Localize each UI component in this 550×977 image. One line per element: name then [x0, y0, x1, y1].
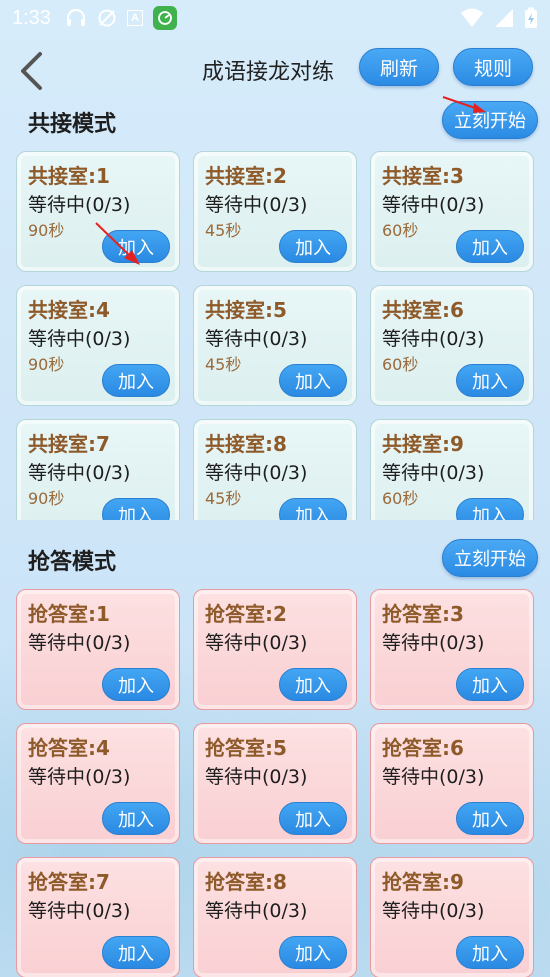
qiangda-room-card-9[interactable]: 抢答室:9 等待中(0/3) 加入 — [370, 857, 534, 977]
room-status: 等待中(0/3) — [28, 328, 131, 350]
join-button[interactable]: 加入 — [279, 498, 347, 520]
signal-icon — [494, 8, 514, 28]
chevron-left-icon — [21, 52, 42, 90]
wifi-icon — [460, 8, 484, 28]
gongjie-room-card-2[interactable]: 共接室:2 等待中(0/3) 45秒 加入 — [193, 151, 357, 272]
headset-icon — [65, 8, 87, 28]
room-name: 共接室:1 — [28, 164, 110, 188]
room-status: 等待中(0/3) — [205, 194, 308, 216]
room-status: 等待中(0/3) — [382, 462, 485, 484]
rules-button[interactable]: 规则 — [453, 48, 533, 86]
room-name: 共接室:5 — [205, 298, 287, 322]
gongjie-room-card-6[interactable]: 共接室:6 等待中(0/3) 60秒 加入 — [370, 285, 534, 406]
qiangda-room-card-5[interactable]: 抢答室:5 等待中(0/3) 加入 — [193, 723, 357, 844]
gongjie-room-card-4[interactable]: 共接室:4 等待中(0/3) 90秒 加入 — [16, 285, 180, 406]
header: 成语接龙对练 刷新 规则 — [0, 42, 550, 98]
room-name: 共接室:6 — [382, 298, 464, 322]
room-status: 等待中(0/3) — [382, 632, 485, 654]
battery-icon — [524, 7, 538, 29]
room-status: 等待中(0/3) — [205, 766, 308, 788]
room-status: 等待中(0/3) — [382, 766, 485, 788]
join-button[interactable]: 加入 — [456, 936, 524, 969]
font-a-icon: A — [126, 10, 143, 26]
room-name: 抢答室:7 — [28, 870, 110, 894]
join-button[interactable]: 加入 — [456, 364, 524, 397]
join-button[interactable]: 加入 — [456, 668, 524, 701]
qiangda-section-title: 抢答模式 — [28, 550, 117, 575]
gongjie-room-card-8[interactable]: 共接室:8 等待中(0/3) 45秒 加入 — [193, 419, 357, 520]
sync-off-icon — [97, 8, 117, 28]
room-name: 抢答室:9 — [382, 870, 464, 894]
room-status: 等待中(0/3) — [205, 900, 308, 922]
room-name: 共接室:2 — [205, 164, 287, 188]
room-status: 等待中(0/3) — [205, 632, 308, 654]
room-name: 共接室:9 — [382, 432, 464, 456]
join-button[interactable]: 加入 — [279, 364, 347, 397]
room-name: 共接室:7 — [28, 432, 110, 456]
room-status: 等待中(0/3) — [205, 328, 308, 350]
join-button[interactable]: 加入 — [279, 936, 347, 969]
qiangda-room-card-7[interactable]: 抢答室:7 等待中(0/3) 加入 — [16, 857, 180, 977]
gongjie-room-card-7[interactable]: 共接室:7 等待中(0/3) 90秒 加入 — [16, 419, 180, 520]
room-name: 抢答室:4 — [28, 736, 110, 760]
join-button[interactable]: 加入 — [456, 498, 524, 520]
status-time: 1:33 — [12, 6, 51, 29]
room-name: 抢答室:8 — [205, 870, 287, 894]
qiangda-room-card-6[interactable]: 抢答室:6 等待中(0/3) 加入 — [370, 723, 534, 844]
room-status: 等待中(0/3) — [382, 328, 485, 350]
gongjie-section-title: 共接模式 — [28, 112, 117, 137]
join-button[interactable]: 加入 — [102, 802, 170, 835]
room-name: 抢答室:5 — [205, 736, 287, 760]
join-button[interactable]: 加入 — [102, 364, 170, 397]
join-button[interactable]: 加入 — [279, 802, 347, 835]
qiangda-start-button[interactable]: 立刻开始 — [442, 539, 538, 577]
qiangda-room-card-3[interactable]: 抢答室:3 等待中(0/3) 加入 — [370, 589, 534, 710]
gongjie-room-card-3[interactable]: 共接室:3 等待中(0/3) 60秒 加入 — [370, 151, 534, 272]
room-status: 等待中(0/3) — [28, 766, 131, 788]
gongjie-room-card-1[interactable]: 共接室:1 等待中(0/3) 90秒 加入 — [16, 151, 180, 272]
qiangda-room-card-1[interactable]: 抢答室:1 等待中(0/3) 加入 — [16, 589, 180, 710]
room-status: 等待中(0/3) — [205, 462, 308, 484]
room-status: 等待中(0/3) — [28, 462, 131, 484]
room-status: 等待中(0/3) — [382, 900, 485, 922]
room-name: 抢答室:2 — [205, 602, 287, 626]
room-name: 抢答室:1 — [28, 602, 110, 626]
refresh-button[interactable]: 刷新 — [359, 48, 439, 86]
join-button[interactable]: 加入 — [279, 668, 347, 701]
join-button[interactable]: 加入 — [279, 230, 347, 263]
gongjie-start-button[interactable]: 立刻开始 — [442, 101, 538, 139]
join-button[interactable]: 加入 — [102, 498, 170, 520]
room-name: 共接室:3 — [382, 164, 464, 188]
status-bar: 1:33 A — [0, 0, 550, 36]
gongjie-room-card-5[interactable]: 共接室:5 等待中(0/3) 45秒 加入 — [193, 285, 357, 406]
page-title: 成语接龙对练 — [202, 60, 335, 85]
room-status: 等待中(0/3) — [28, 632, 131, 654]
gongjie-room-grid: 共接室:1 等待中(0/3) 90秒 加入 共接室:2 等待中(0/3) 45秒… — [16, 151, 534, 520]
room-status: 等待中(0/3) — [28, 900, 131, 922]
join-button[interactable]: 加入 — [102, 230, 170, 263]
qiangda-room-card-8[interactable]: 抢答室:8 等待中(0/3) 加入 — [193, 857, 357, 977]
qiangda-room-grid: 抢答室:1 等待中(0/3) 加入 抢答室:2 等待中(0/3) 加入 抢答室:… — [16, 589, 534, 977]
qiangda-room-card-4[interactable]: 抢答室:4 等待中(0/3) 加入 — [16, 723, 180, 844]
join-button[interactable]: 加入 — [102, 936, 170, 969]
app-notification-icon — [152, 6, 177, 30]
qiangda-room-card-2[interactable]: 抢答室:2 等待中(0/3) 加入 — [193, 589, 357, 710]
join-button[interactable]: 加入 — [456, 230, 524, 263]
room-name: 共接室:4 — [28, 298, 110, 322]
join-button[interactable]: 加入 — [456, 802, 524, 835]
room-status: 等待中(0/3) — [382, 194, 485, 216]
back-button[interactable] — [14, 48, 48, 94]
gongjie-room-card-9[interactable]: 共接室:9 等待中(0/3) 60秒 加入 — [370, 419, 534, 520]
room-status: 等待中(0/3) — [28, 194, 131, 216]
room-name: 抢答室:6 — [382, 736, 464, 760]
room-name: 共接室:8 — [205, 432, 287, 456]
join-button[interactable]: 加入 — [102, 668, 170, 701]
room-name: 抢答室:3 — [382, 602, 464, 626]
